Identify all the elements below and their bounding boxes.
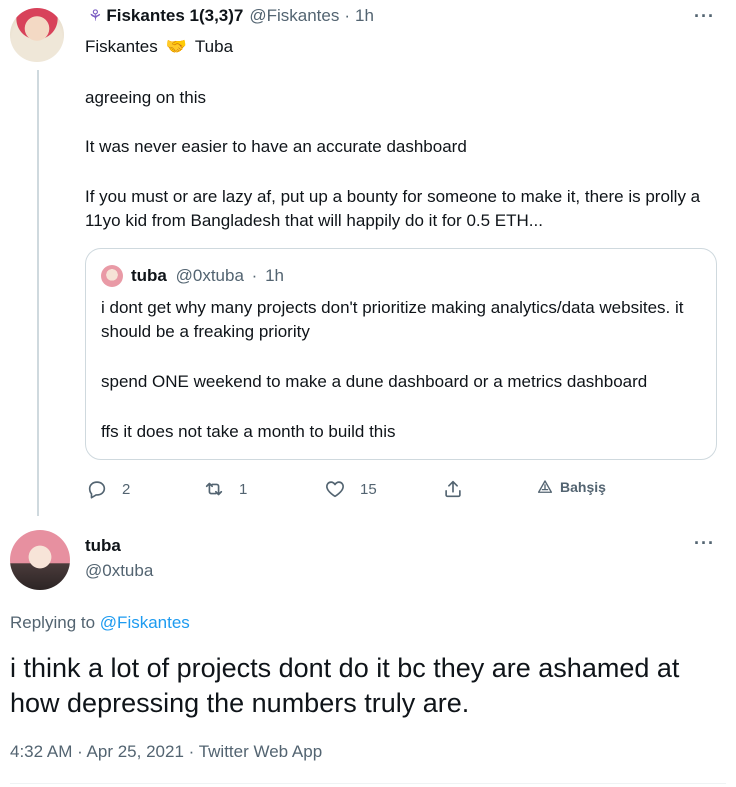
replying-to-line: Replying to @Fiskantes xyxy=(10,613,190,633)
reply-count: 2 xyxy=(122,480,131,498)
quoted-display-name: tuba xyxy=(131,266,167,285)
reply-button[interactable]: 2 xyxy=(86,478,130,500)
tweet-paragraph: agreeing on this xyxy=(85,88,206,107)
share-button[interactable] xyxy=(442,478,464,500)
tweet-names-line: Fiskantes 🤝 Tuba xyxy=(85,35,233,59)
quoted-handle: @0xtuba xyxy=(175,266,244,285)
tip-button[interactable]: Bahşiş xyxy=(536,478,606,496)
reply-icon xyxy=(88,481,106,499)
handshake-icon: 🤝 xyxy=(165,37,187,56)
replying-prefix: Replying to xyxy=(10,613,96,632)
names-right: Tuba xyxy=(194,37,234,56)
tweet-paragraph: If you must or are lazy af, put up a bou… xyxy=(85,187,701,230)
parent-display-name[interactable]: Fiskantes 1(3,3)7 xyxy=(106,6,243,26)
quoted-paragraph: ffs it does not take a month to build th… xyxy=(101,422,396,441)
parent-handle[interactable]: @Fiskantes xyxy=(249,6,339,26)
like-button[interactable]: 15 xyxy=(324,478,377,500)
separator-dot: · xyxy=(251,266,258,285)
thread-connector-line xyxy=(37,70,39,516)
tweet-metadata[interactable]: 4:32 AM · Apr 25, 2021 · Twitter Web App xyxy=(10,742,322,762)
tweet-paragraph: It was never easier to have an accurate … xyxy=(85,137,467,156)
like-icon xyxy=(326,481,344,498)
avatar-quoted-tuba xyxy=(101,265,123,287)
quoted-timestamp: 1h xyxy=(265,266,284,285)
separator-dot: · xyxy=(344,6,351,25)
divider xyxy=(10,783,726,784)
like-count: 15 xyxy=(360,480,377,498)
parent-tweet-header: ⚘ Fiskantes 1(3,3)7 @Fiskantes · 1h xyxy=(88,5,374,27)
quoted-paragraph: spend ONE weekend to make a dune dashboa… xyxy=(101,372,648,391)
tip-icon xyxy=(537,480,553,493)
share-icon xyxy=(445,480,461,498)
retweet-count: 1 xyxy=(239,480,248,498)
names-left: Fiskantes xyxy=(85,37,158,56)
replying-mention-link[interactable]: @Fiskantes xyxy=(100,613,190,632)
main-display-name[interactable]: tuba xyxy=(85,536,121,556)
retweet-button[interactable]: 1 xyxy=(203,478,247,500)
more-options-icon[interactable]: ··· xyxy=(694,6,715,27)
tip-label: Bahşiş xyxy=(560,479,606,495)
avatar-tuba[interactable] xyxy=(10,530,70,590)
retweet-icon xyxy=(205,482,223,496)
quoted-paragraph: i dont get why many projects don't prior… xyxy=(101,298,684,341)
quoted-tweet-header: tuba @0xtuba · 1h xyxy=(131,266,284,286)
flower-badge-icon: ⚘ xyxy=(88,8,103,25)
avatar-fiskantes[interactable] xyxy=(10,8,64,62)
main-handle[interactable]: @0xtuba xyxy=(85,561,153,581)
main-tweet-text: i think a lot of projects dont do it bc … xyxy=(10,653,680,718)
more-options-icon[interactable]: ··· xyxy=(694,533,715,554)
parent-timestamp[interactable]: 1h xyxy=(355,6,374,26)
